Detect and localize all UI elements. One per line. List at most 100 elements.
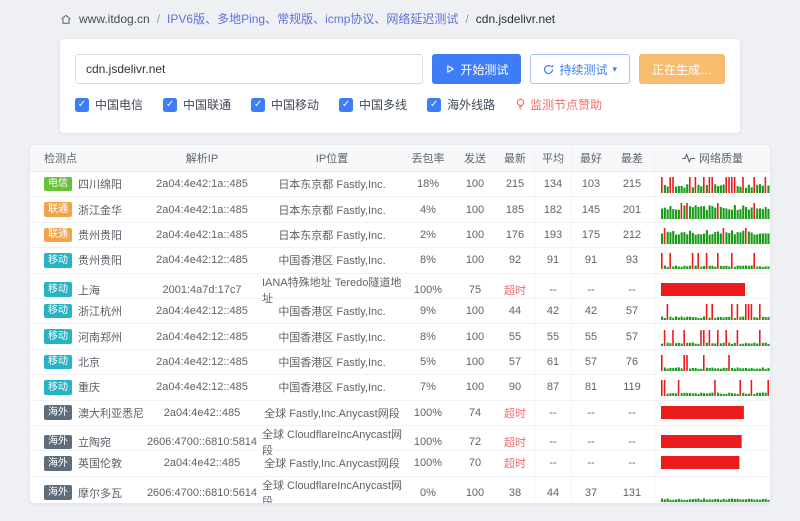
cell-resolved-ip: 2606:4700::6810:5614 <box>142 477 262 503</box>
breadcrumb-site-link[interactable]: www.itdog.cn <box>79 12 150 26</box>
cell-average: 91 <box>534 248 572 272</box>
quality-sparkline <box>661 404 770 422</box>
breadcrumb-section-link[interactable]: IPV6版、多地Ping、常规版、icmp协议、网络延迟测试 <box>167 10 458 27</box>
cell-network-quality <box>654 299 770 323</box>
carrier-badge: 海外 <box>44 456 72 471</box>
cell-latest: 超时 <box>496 401 534 425</box>
header-latest: 最新 <box>496 145 534 171</box>
cell-average: 182 <box>534 197 572 221</box>
cell-best: 175 <box>572 223 610 247</box>
cell-latest: 超时 <box>496 451 534 475</box>
play-icon <box>445 64 455 74</box>
header-ip-location: IP位置 <box>262 145 402 171</box>
cell-loss-rate: 18% <box>402 172 454 196</box>
cell-loss-rate: 100% <box>402 401 454 425</box>
header-average: 平均 <box>534 145 572 171</box>
cell-average: -- <box>534 401 572 425</box>
filter-checkbox[interactable]: ✓ 中国电信 <box>75 96 143 113</box>
quality-sparkline <box>661 302 770 320</box>
cell-node: 海外 澳大利亚悉尼 <box>30 401 142 425</box>
cell-latest: 57 <box>496 350 534 374</box>
cell-best: 91 <box>572 248 610 272</box>
location-label: 摩尔多瓦 <box>78 485 122 501</box>
cell-sent: 100 <box>454 299 496 323</box>
cell-node: 海外 摩尔多瓦 <box>30 477 142 503</box>
cell-ip-location: 中国香港区 Fastly,Inc. <box>262 248 402 272</box>
filter-checkbox[interactable]: ✓ 中国移动 <box>251 96 319 113</box>
header-sent: 发送 <box>454 145 496 171</box>
checkbox-checked-icon: ✓ <box>427 98 441 112</box>
cell-best: 103 <box>572 172 610 196</box>
carrier-badge: 移动 <box>44 304 72 319</box>
carrier-badge: 电信 <box>44 177 72 192</box>
cell-loss-rate: 9% <box>402 299 454 323</box>
cell-worst: 201 <box>610 197 654 221</box>
location-label: 重庆 <box>78 379 100 395</box>
cell-sent: 100 <box>454 324 496 348</box>
cell-network-quality <box>654 248 770 272</box>
cell-resolved-ip: 2a04:4e42:12::485 <box>142 324 262 348</box>
generating-button[interactable]: 正在生成… <box>639 54 725 84</box>
carrier-badge: 移动 <box>44 282 72 297</box>
filter-checkbox[interactable]: ✓ 中国多线 <box>339 96 407 113</box>
carrier-badge: 移动 <box>44 253 72 268</box>
cell-average: 193 <box>534 223 572 247</box>
checkbox-checked-icon: ✓ <box>251 98 265 112</box>
header-node: 检测点 <box>30 145 142 171</box>
start-test-button[interactable]: 开始测试 <box>432 54 521 84</box>
cell-resolved-ip: 2a04:4e42::485 <box>142 401 262 425</box>
table-row: 移动 上海 2001:4a7d:17c7 IANA特殊地址 Teredo隧道地址… <box>30 274 770 299</box>
location-label: 四川绵阳 <box>78 176 122 192</box>
carrier-badge: 移动 <box>44 380 72 395</box>
cell-best: -- <box>572 451 610 475</box>
location-label: 浙江金华 <box>78 202 122 218</box>
host-input[interactable] <box>75 54 423 84</box>
cell-network-quality <box>654 350 770 374</box>
table-row: 联通 浙江金华 2a04:4e42:1a::485 日本东京都 Fastly,I… <box>30 197 770 222</box>
home-icon <box>60 13 72 25</box>
results-table-card: 检测点 解析IP IP位置 丢包率 发送 最新 平均 最好 最差 网络质量 电信… <box>30 145 770 503</box>
cell-average: 87 <box>534 375 572 399</box>
cell-average: -- <box>534 451 572 475</box>
cell-node: 移动 北京 <box>30 350 142 374</box>
cell-worst: 93 <box>610 248 654 272</box>
lightbulb-icon <box>515 98 526 111</box>
cell-best: 55 <box>572 324 610 348</box>
table-header-row: 检测点 解析IP IP位置 丢包率 发送 最新 平均 最好 最差 网络质量 <box>30 145 770 172</box>
quality-sparkline <box>661 175 770 193</box>
refresh-icon <box>543 64 554 75</box>
filter-checkbox[interactable]: ✓ 中国联通 <box>163 96 231 113</box>
quality-sparkline <box>661 353 770 371</box>
quality-sparkline <box>661 433 770 451</box>
cell-network-quality <box>654 477 770 503</box>
cell-ip-location: 日本东京都 Fastly,Inc. <box>262 223 402 247</box>
location-label: 贵州贵阳 <box>78 252 122 268</box>
continuous-test-button[interactable]: 持续测试 ▾ <box>530 54 630 84</box>
cell-network-quality <box>654 223 770 247</box>
table-row: 联通 贵州贵阳 2a04:4e42:1a::485 日本东京都 Fastly,I… <box>30 223 770 248</box>
chevron-down-icon: ▾ <box>612 65 617 74</box>
carrier-badge: 联通 <box>44 202 72 217</box>
cell-sent: 100 <box>454 350 496 374</box>
filter-label: 中国联通 <box>183 96 231 113</box>
cell-best: 42 <box>572 299 610 323</box>
cell-ip-location: 中国香港区 Fastly,Inc. <box>262 375 402 399</box>
location-label: 北京 <box>78 354 100 370</box>
sponsor-link[interactable]: 监测节点赞助 <box>515 96 602 113</box>
carrier-badge: 海外 <box>44 405 72 420</box>
cell-resolved-ip: 2a04:4e42:12::485 <box>142 375 262 399</box>
cell-network-quality <box>654 375 770 399</box>
cell-ip-location: 中国香港区 Fastly,Inc. <box>262 350 402 374</box>
cell-sent: 70 <box>454 451 496 475</box>
cell-worst: 215 <box>610 172 654 196</box>
filter-checkbox[interactable]: ✓ 海外线路 <box>427 96 495 113</box>
activity-icon <box>682 153 695 163</box>
breadcrumb-target: cdn.jsdelivr.net <box>476 12 555 26</box>
cell-loss-rate: 8% <box>402 324 454 348</box>
quality-sparkline <box>661 328 770 346</box>
cell-node: 移动 贵州贵阳 <box>30 248 142 272</box>
location-label: 贵州贵阳 <box>78 227 122 243</box>
continuous-test-label: 持续测试 <box>559 61 607 78</box>
quality-sparkline <box>661 484 770 502</box>
cell-best: 37 <box>572 477 610 503</box>
